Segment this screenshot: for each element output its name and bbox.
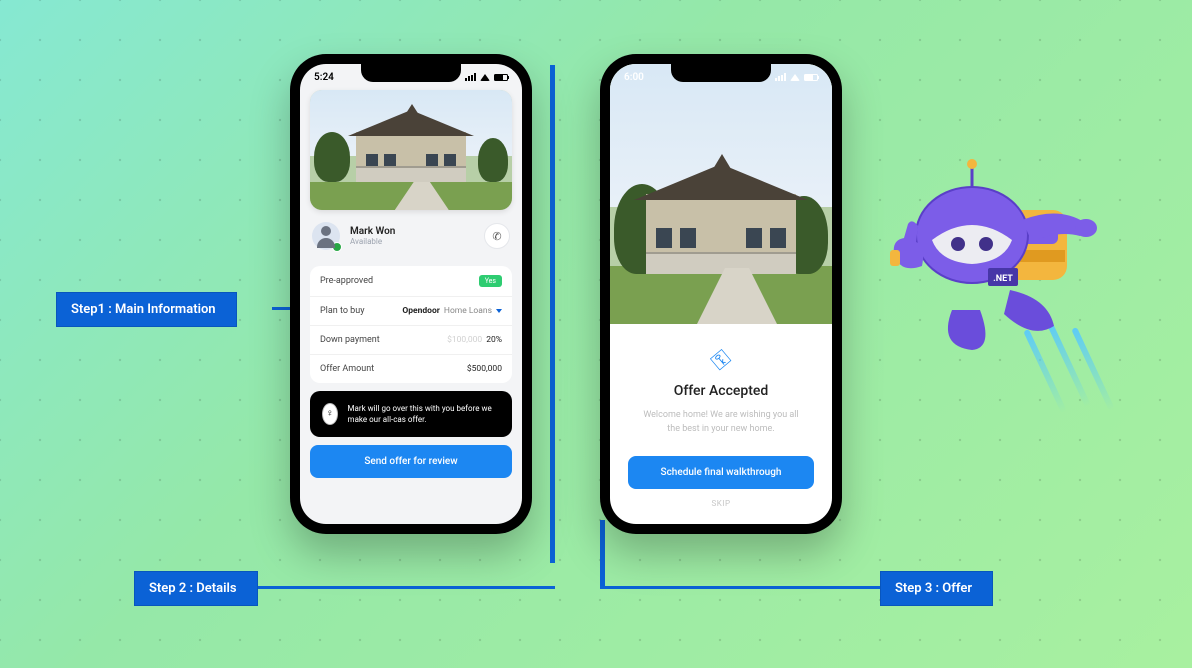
battery-icon (494, 74, 508, 81)
offer-accepted-subtitle: Welcome home! We are wishing you all the… (636, 409, 806, 436)
step1-label: Step1 : Main Information (56, 292, 237, 327)
status-bar: 5:24 (300, 64, 522, 90)
row-offer-amount[interactable]: Offer Amount $500,000 (310, 355, 512, 383)
row-label: Down payment (320, 335, 380, 345)
connector-vertical-right (600, 520, 605, 588)
status-time: 5:24 (314, 72, 334, 83)
agent-name: Mark Won (350, 226, 395, 237)
connector-step3 (600, 586, 880, 589)
info-tip-card: ♀ Mark will go over this with you before… (310, 391, 512, 437)
signal-icon (775, 73, 786, 81)
online-badge-icon (332, 242, 342, 252)
lightbulb-icon: ♀ (322, 403, 338, 425)
wifi-icon (480, 74, 490, 81)
tip-text: Mark will go over this with you before w… (348, 403, 500, 425)
plan-brand: Opendoor (402, 306, 440, 316)
agent-status: Available (350, 237, 395, 246)
send-offer-button[interactable]: Send offer for review (310, 445, 512, 478)
connector-step2 (250, 586, 555, 589)
call-button[interactable]: ✆ (484, 223, 510, 249)
preapproved-badge: Yes (479, 275, 502, 287)
down-percent: 20% (486, 335, 502, 345)
plan-suffix: Home Loans (444, 306, 492, 316)
signal-icon (465, 73, 476, 81)
step3-label: Step 3 : Offer (880, 571, 993, 606)
down-placeholder: $100,000 (447, 335, 482, 345)
hero-photo: 6:00 (610, 64, 832, 324)
status-icons (465, 73, 508, 81)
phone-icon: ✆ (492, 230, 501, 243)
row-label: Offer Amount (320, 364, 374, 374)
status-bar: 6:00 (610, 64, 832, 90)
offer-amount-value: $500,000 (467, 364, 502, 374)
property-photo[interactable] (310, 90, 512, 210)
row-plan-to-buy[interactable]: Plan to buy Opendoor Home Loans (310, 297, 512, 326)
agent-profile-row: Mark Won Available ✆ (310, 218, 512, 258)
row-label: Pre-approved (320, 276, 373, 286)
battery-icon (804, 74, 818, 81)
connector-vertical (550, 65, 555, 563)
schedule-walkthrough-button[interactable]: Schedule final walkthrough (628, 456, 814, 489)
status-icons (775, 73, 818, 81)
chevron-down-icon (496, 309, 502, 313)
offer-accepted-title: Offer Accepted (674, 383, 769, 399)
avatar[interactable] (312, 222, 340, 250)
phone-main-information: 5:24 Mark Won Available ✆ (290, 54, 532, 534)
phone-offer: 6:00 ⚿ Offer Accepted Welcome home! We a… (600, 54, 842, 534)
row-down-payment[interactable]: Down payment $100,000 20% (310, 326, 512, 355)
row-label: Plan to buy (320, 306, 364, 316)
wifi-icon (790, 74, 800, 81)
skip-link[interactable]: SKIP (712, 499, 731, 508)
key-icon: ⚿ (707, 346, 736, 376)
details-card: Pre-approved Yes Plan to buy Opendoor Ho… (310, 266, 512, 383)
robot-mascot: .NET (882, 150, 1112, 370)
svg-text:.NET: .NET (993, 274, 1013, 284)
row-preapproved[interactable]: Pre-approved Yes (310, 266, 512, 297)
step2-label: Step 2 : Details (134, 571, 258, 606)
status-time: 6:00 (624, 72, 644, 83)
